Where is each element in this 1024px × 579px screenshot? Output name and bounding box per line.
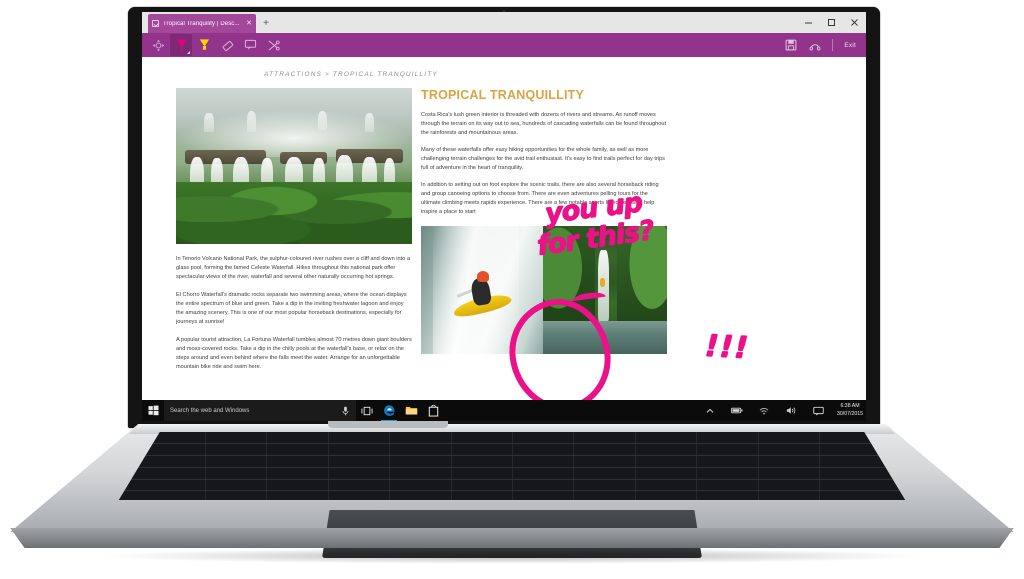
search-placeholder: Search the web and Windows [170,407,250,414]
eraser-icon[interactable] [216,34,238,56]
microphone-icon[interactable] [342,406,349,418]
highlighter-icon[interactable] [193,34,215,56]
drop-shadow [95,548,929,564]
touch-writing-icon[interactable] [147,34,169,56]
note-icon[interactable] [239,34,261,56]
browser-title-bar: Tropical Tranquility | Desc... ✕ + [142,12,866,33]
taskbar-clock[interactable]: 6:38 AM 30/07/2015 [834,403,863,417]
chevron-up-icon[interactable] [699,400,721,421]
pen-icon[interactable] [170,34,192,56]
gorge-waterfall-photo [543,226,667,355]
wifi-icon[interactable] [753,400,775,421]
battery-icon[interactable] [726,400,748,421]
laptop-hinge [328,421,448,428]
share-icon[interactable] [804,34,826,56]
photo-row [421,226,667,355]
minimize-icon[interactable] [797,12,820,33]
paragraph: Costa Rica's lush green interior is thre… [421,112,667,137]
exit-button[interactable]: Exit [839,40,861,51]
maximize-icon[interactable] [820,12,843,33]
taskbar-app-store[interactable] [422,400,444,421]
task-view-icon[interactable] [356,400,378,421]
save-icon[interactable] [780,34,802,56]
browser-tab[interactable]: Tropical Tranquility | Desc... ✕ [148,14,256,33]
web-page-content: ATTRACTIONS > TROPICAL TRANQUILLITY In T… [142,57,866,400]
page-title: TROPICAL TRANQUILLITY [421,88,584,102]
paragraph: Many of these waterfalls offer easy hiki… [421,147,665,172]
windows-start-icon[interactable] [142,400,164,421]
web-note-actions: Exit [780,33,861,57]
action-center-icon[interactable] [807,400,829,421]
web-note-toolbar: Exit [142,33,866,57]
taskbar-app-file-explorer[interactable] [400,400,422,421]
edge-browser-window: Tropical Tranquility | Desc... ✕ + Exit … [142,12,866,421]
breadcrumb[interactable]: ATTRACTIONS > TROPICAL TRANQUILLITY [264,71,832,78]
close-icon[interactable] [843,12,866,33]
clock-date: 30/07/2015 [837,410,863,417]
close-icon[interactable]: ✕ [246,20,252,27]
kayaker-waterfall-photo [421,226,543,355]
paragraph: In Tenorio Volcano National Park, the su… [176,256,410,281]
page-favicon-icon [152,20,159,27]
deck-front-edge [10,528,1014,548]
left-body-text: In Tenorio Volcano National Park, the su… [176,255,412,373]
left-column: In Tenorio Volcano National Park, the su… [176,88,412,382]
clip-icon[interactable] [262,34,284,56]
paragraph: El Chorro Waterfall's dramatic rocks sep… [176,292,407,326]
window-controls [797,12,866,33]
laptop-screen: Tropical Tranquility | Desc... ✕ + Exit … [142,12,866,421]
system-tray: 6:38 AM 30/07/2015 [699,400,863,421]
browser-tab-title: Tropical Tranquility | Desc... [163,20,240,27]
new-tab-button[interactable]: + [256,14,276,33]
windows-taskbar: Search the web and Windows 6:38 AM 30/07… [142,400,866,421]
keyboard[interactable] [118,432,906,500]
right-column: TROPICAL TRANQUILLITY Costa Rica's lush … [421,88,667,382]
paragraph: A popular tourist attraction, La Fortuna… [176,337,412,371]
clock-time: 6:38 AM [840,403,860,410]
hero-waterfall-photo [176,88,412,244]
speaker-icon[interactable] [780,400,802,421]
search-input[interactable]: Search the web and Windows [164,400,356,421]
paragraph: In addition to setting out on foot explo… [421,182,659,216]
toolbar-separator [832,39,834,51]
taskbar-app-edge[interactable] [378,400,400,421]
page-columns: In Tenorio Volcano National Park, the su… [176,88,832,382]
screenshot-root: Tropical Tranquility | Desc... ✕ + Exit … [0,0,1024,579]
